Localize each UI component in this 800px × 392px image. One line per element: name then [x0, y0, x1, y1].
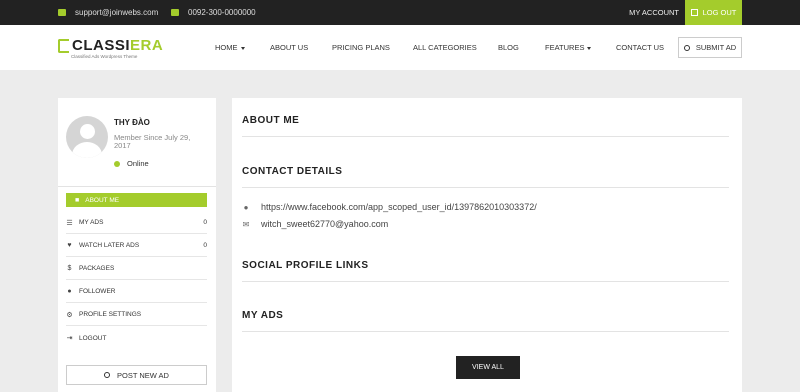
sidebar-item-about-me[interactable]: ■ ABOUT ME — [66, 193, 207, 207]
divider — [242, 331, 729, 332]
online-status: Online — [114, 159, 149, 168]
heart-icon: ♥ — [67, 242, 72, 249]
logout-button[interactable]: LOG OUT — [685, 0, 742, 25]
nav-about-us[interactable]: ABOUT US — [270, 25, 308, 70]
member-since: Member Since July 29, 2017 — [114, 133, 191, 150]
contact-email-text: witch_sweet62770@yahoo.com — [261, 219, 389, 229]
user-name: THY ĐÀO — [114, 118, 150, 127]
divider — [58, 186, 216, 187]
dollar-icon: $ — [67, 265, 72, 272]
site-header: CLASSIERA Classified Ads Wordpress Theme… — [0, 25, 800, 70]
users-icon: ● — [67, 288, 72, 295]
gear-icon: ⚙ — [66, 311, 73, 319]
envelope-icon: ✉ — [242, 219, 250, 229]
nav-blog[interactable]: BLOG — [498, 25, 519, 70]
nav-features-label: FEATURES — [545, 43, 585, 52]
topbar-email[interactable]: support@joinwebs.com — [58, 0, 158, 25]
avatar — [66, 116, 108, 158]
sidebar-item-label: PACKAGES — [79, 265, 115, 272]
my-ads-heading: MY ADS — [242, 310, 284, 321]
post-new-ad-label: POST NEW AD — [117, 370, 169, 380]
signout-icon: ⇥ — [66, 335, 73, 342]
post-new-ad-button[interactable]: POST NEW AD — [66, 365, 207, 385]
logo-mark-icon — [58, 39, 69, 53]
divider — [242, 136, 729, 137]
sidebar-item-label: ABOUT ME — [85, 196, 120, 204]
contact-website-text: https://www.facebook.com/app_scoped_user… — [261, 202, 537, 212]
submit-ad-button[interactable]: SUBMIT AD — [678, 37, 742, 58]
globe-icon: ● — [243, 202, 249, 212]
top-bar: support@joinwebs.com 0092-300-0000000 MY… — [0, 0, 800, 25]
contact-email[interactable]: ✉ witch_sweet62770@yahoo.com — [242, 219, 389, 229]
nav-all-categories[interactable]: ALL CATEGORIES — [413, 25, 477, 70]
logo-main-text: CLASSI — [72, 37, 131, 54]
count-badge: 0 — [203, 219, 207, 226]
submit-ad-label: SUBMIT AD — [695, 43, 737, 52]
caret-down-icon — [240, 46, 245, 50]
divider — [242, 187, 729, 188]
nav-home[interactable]: HOME — [215, 25, 245, 70]
sidebar-item-label: FOLLOWER — [79, 288, 116, 295]
sidebar-item-follower[interactable]: ● FOLLOWER — [66, 281, 207, 303]
circle-icon — [683, 44, 690, 51]
envelope-icon — [58, 9, 66, 16]
phone-icon — [171, 9, 179, 16]
sidebar-item-label: PROFILE SETTINGS — [79, 311, 142, 318]
about-me-heading: ABOUT ME — [242, 115, 300, 126]
nav-contact-us[interactable]: CONTACT US — [616, 25, 664, 70]
nav-home-label: HOME — [215, 43, 238, 52]
caret-down-icon — [587, 46, 592, 50]
profile-content: ABOUT ME CONTACT DETAILS ● https://www.f… — [232, 98, 742, 392]
sidebar-item-watch-later-ads[interactable]: ♥ WATCH LATER ADS 0 — [66, 235, 207, 257]
topbar-email-text: support@joinwebs.com — [75, 8, 159, 17]
logout-label: LOG OUT — [702, 8, 737, 17]
sidebar-item-packages[interactable]: $ PACKAGES — [66, 258, 207, 280]
sidebar-item-logout[interactable]: ⇥ LOGOUT — [66, 327, 207, 349]
sidebar-item-profile-settings[interactable]: ⚙ PROFILE SETTINGS — [66, 304, 207, 326]
nav-pricing-plans[interactable]: PRICING PLANS — [332, 25, 390, 70]
logo-accent-text: ERA — [130, 37, 164, 54]
my-account-link[interactable]: MY ACCOUNT — [629, 0, 679, 25]
online-dot-icon — [114, 160, 120, 167]
sidebar-item-label: MY ADS — [79, 219, 104, 226]
sidebar-item-my-ads[interactable]: ☰ MY ADS 0 — [66, 212, 207, 234]
circle-icon — [104, 372, 111, 378]
topbar-phone: 0092-300-0000000 — [171, 0, 256, 25]
social-links-heading: SOCIAL PROFILE LINKS — [242, 260, 369, 271]
sidebar-item-label: LOGOUT — [79, 334, 107, 342]
logo-tagline: Classified Ads Wordpress Theme — [71, 54, 138, 59]
list-icon: ☰ — [66, 219, 73, 227]
view-all-button[interactable]: VIEW ALL — [456, 356, 520, 379]
contact-website[interactable]: ● https://www.facebook.com/app_scoped_us… — [242, 202, 537, 212]
edit-icon — [690, 9, 698, 16]
logo-wordmark: CLASSIERA — [72, 37, 163, 54]
profile-sidebar: THY ĐÀO Member Since July 29, 2017 Onlin… — [58, 98, 216, 392]
nav-features[interactable]: FEATURES — [545, 25, 592, 70]
online-status-label: Online — [127, 159, 149, 168]
user-icon: ■ — [75, 196, 80, 204]
count-badge: 0 — [203, 242, 207, 249]
contact-details-heading: CONTACT DETAILS — [242, 166, 343, 177]
divider — [242, 281, 729, 282]
topbar-phone-text: 0092-300-0000000 — [188, 8, 256, 17]
sidebar-item-label: WATCH LATER ADS — [79, 242, 140, 249]
